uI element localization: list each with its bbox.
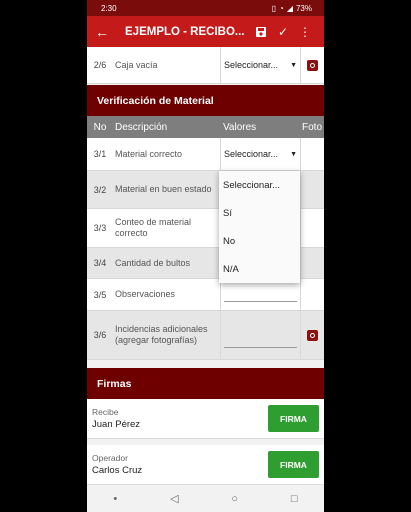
vibrate-icon: ▯ xyxy=(271,3,276,13)
dropdown-option[interactable]: Seleccionar... xyxy=(219,171,300,199)
value-select[interactable]: Seleccionar... ▼ xyxy=(224,149,297,159)
nav-back-icon[interactable]: ◁ xyxy=(170,492,178,505)
value-select[interactable]: Seleccionar... ▼ xyxy=(224,60,297,70)
header-no: No xyxy=(93,121,107,133)
camera-icon[interactable] xyxy=(307,59,318,71)
row-number: 3/3 xyxy=(93,223,107,233)
header-desc: Descripción xyxy=(115,121,168,133)
status-bar: 2:30 ▯ ◔ ◢ 73% xyxy=(87,0,324,16)
header-val: Valores xyxy=(223,121,257,133)
caret-down-icon: ▼ xyxy=(290,150,297,158)
save-icon[interactable] xyxy=(250,26,272,38)
header-foto: Foto xyxy=(302,121,323,133)
dropdown-option[interactable]: N/A xyxy=(219,255,300,283)
more-vert-icon[interactable]: ⋮ xyxy=(294,25,316,39)
wifi-icon: ◔ xyxy=(278,3,284,13)
firma-button[interactable]: FIRMA xyxy=(268,405,319,432)
table-row: 3/5 Observaciones xyxy=(87,279,324,311)
back-arrow-icon[interactable]: ← xyxy=(95,24,113,40)
observaciones-input[interactable] xyxy=(224,288,297,302)
value-dropdown-menu: Seleccionar... Sí No N/A xyxy=(219,171,300,283)
system-nav-bar: • ◁ ○ □ xyxy=(87,484,324,512)
row-number: 2/6 xyxy=(93,60,107,70)
camera-icon[interactable] xyxy=(307,329,318,341)
row-description: Material en buen estado xyxy=(115,184,212,194)
phone-screen: 2:30 ▯ ◔ ◢ 73% ← EJEMPLO - RECIBO... ✓ ⋮… xyxy=(87,0,324,512)
firma-button[interactable]: FIRMA xyxy=(268,451,319,478)
row-number: 3/2 xyxy=(93,184,107,195)
dropdown-option[interactable]: Sí xyxy=(219,199,300,227)
table-row: 2/6 Caja vacía Seleccionar... ▼ xyxy=(87,47,324,84)
row-description: Incidencias adicionales (agregar fotogra… xyxy=(115,324,208,345)
caret-down-icon: ▼ xyxy=(290,61,297,69)
row-description: Conteo de material correcto xyxy=(115,217,192,238)
check-icon[interactable]: ✓ xyxy=(272,25,294,39)
dropdown-option[interactable]: No xyxy=(219,227,300,255)
incidencias-input[interactable] xyxy=(224,322,297,348)
row-number: 3/6 xyxy=(93,330,107,340)
row-description: Caja vacía xyxy=(115,59,158,70)
select-value: Seleccionar... xyxy=(224,60,279,70)
app-title: EJEMPLO - RECIBO... xyxy=(125,25,245,38)
table-row: 3/6 Incidencias adicionales (agregar fot… xyxy=(87,311,324,360)
table-header: No Descripción Valores Foto xyxy=(87,116,324,138)
status-time: 2:30 xyxy=(101,3,117,13)
row-number: 3/5 xyxy=(93,289,107,300)
battery-level: 73% xyxy=(295,3,312,13)
app-bar: ← EJEMPLO - RECIBO... ✓ ⋮ xyxy=(87,16,324,47)
signature-recibe: Recibe Juan Pérez FIRMA xyxy=(87,399,324,439)
nav-dot-icon[interactable]: • xyxy=(113,493,117,505)
row-description: Material correcto xyxy=(115,148,183,159)
row-description: Cantidad de bultos xyxy=(115,257,191,268)
nav-recents-icon[interactable]: □ xyxy=(291,493,298,505)
nav-home-icon[interactable]: ○ xyxy=(231,493,238,505)
signature-operador: Operador Carlos Cruz FIRMA xyxy=(87,445,324,485)
row-number: 3/1 xyxy=(93,149,107,159)
section-firmas: Firmas xyxy=(87,368,324,399)
signature-name: Juan Pérez xyxy=(92,419,141,430)
select-value: Seleccionar... xyxy=(224,149,279,159)
signal-icon: ◢ xyxy=(286,3,293,13)
row-number: 3/4 xyxy=(93,258,107,268)
signature-name: Carlos Cruz xyxy=(92,465,143,476)
table-row: 3/1 Material correcto Seleccionar... ▼ xyxy=(87,138,324,171)
section-verificacion: Verificación de Material xyxy=(87,85,324,116)
signature-role: Operador xyxy=(92,453,128,463)
row-description: Observaciones xyxy=(115,289,176,299)
signature-role: Recibe xyxy=(92,407,119,417)
